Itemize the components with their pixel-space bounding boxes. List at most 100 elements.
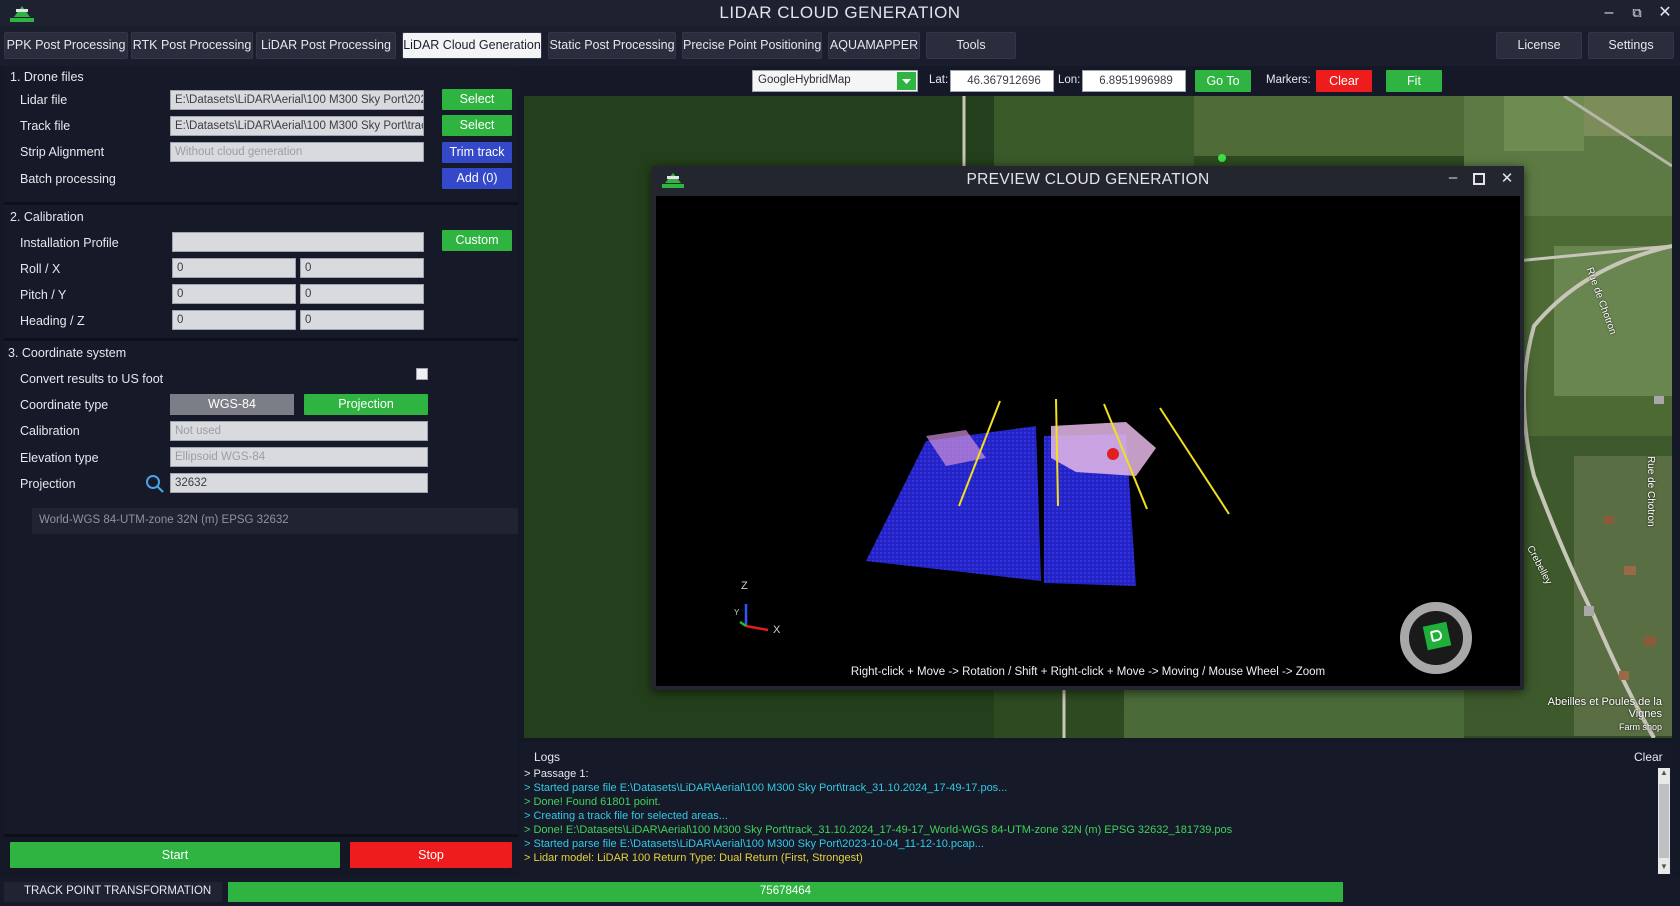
batch-processing-label: Batch processing bbox=[20, 172, 116, 186]
tab-rtk[interactable]: RTK Post Processing bbox=[131, 32, 253, 59]
title-bar: LIDAR CLOUD GENERATION – ⧉ ✕ bbox=[0, 0, 1680, 26]
pitch-value-input[interactable]: 0 bbox=[172, 284, 296, 304]
tab-ppk[interactable]: PPK Post Processing bbox=[4, 32, 128, 59]
lidar-file-input[interactable]: E:\Datasets\LiDAR\Aerial\100 M300 Sky Po… bbox=[170, 90, 424, 110]
map-type-value: GoogleHybridMap bbox=[758, 74, 851, 86]
scroll-up-icon[interactable]: ▲ bbox=[1658, 768, 1670, 780]
us-foot-label: Convert results to US foot bbox=[20, 372, 164, 386]
axis-x-line bbox=[745, 624, 769, 632]
preview-window: PREVIEW CLOUD GENERATION – ✕ Z X Y Right… bbox=[652, 166, 1524, 690]
clear-logs-button[interactable]: Clear bbox=[1634, 750, 1663, 764]
tab-ppp[interactable]: Precise Point Positioning bbox=[682, 32, 822, 59]
track-line bbox=[1159, 407, 1230, 515]
axis-z-label: Z bbox=[741, 580, 748, 592]
pitch-offset-input[interactable]: 0 bbox=[300, 284, 424, 304]
log-line: > Lidar model: LiDAR 100 Return Type: Du… bbox=[524, 852, 863, 864]
log-line: > Started parse file E:\Datasets\LiDAR\A… bbox=[524, 838, 984, 850]
axis-x-label: X bbox=[773, 624, 781, 636]
view-cube-face bbox=[1422, 621, 1452, 651]
minimize-icon[interactable]: – bbox=[1444, 169, 1462, 186]
trim-track-button[interactable]: Trim track bbox=[442, 142, 512, 163]
map-road-label: Rue de Chotron bbox=[1645, 456, 1656, 527]
calibration-input[interactable]: Not used bbox=[170, 421, 428, 441]
heading-label: Heading / Z bbox=[20, 314, 85, 328]
log-line: > Creating a track file for selected are… bbox=[524, 810, 728, 822]
preview-title: PREVIEW CLOUD GENERATION bbox=[966, 171, 1210, 188]
search-icon[interactable] bbox=[145, 474, 165, 494]
clear-markers-button[interactable]: Clear bbox=[1316, 70, 1372, 92]
restore-icon[interactable]: ⧉ bbox=[1628, 4, 1646, 22]
go-to-button[interactable]: Go To bbox=[1195, 70, 1251, 92]
maximize-icon[interactable] bbox=[1473, 173, 1485, 185]
track-file-input[interactable]: E:\Datasets\LiDAR\Aerial\100 M300 Sky Po… bbox=[170, 116, 424, 136]
tab-aquamapper[interactable]: AQUAMAPPER bbox=[828, 32, 920, 59]
installation-profile-input[interactable] bbox=[172, 232, 424, 252]
close-icon[interactable]: ✕ bbox=[1656, 4, 1674, 22]
point-cloud bbox=[739, 398, 1230, 632]
strip-alignment-input[interactable]: Without cloud generation bbox=[170, 142, 424, 162]
map-poi-sublabel: Farm shop bbox=[1618, 722, 1662, 732]
window-title: LIDAR CLOUD GENERATION bbox=[719, 3, 961, 22]
status-bar: TRACK POINT TRANSFORMATION 75678464 bbox=[0, 878, 1680, 906]
divider bbox=[4, 338, 518, 341]
logs-panel: Logs Clear > Passage 1: > Started parse … bbox=[520, 742, 1672, 878]
lat-label: Lat: bbox=[929, 74, 949, 86]
section-calibration: 2. Calibration bbox=[10, 210, 84, 224]
strip-alignment-label: Strip Alignment bbox=[20, 145, 105, 159]
scrollbar-thumb[interactable] bbox=[1659, 784, 1669, 858]
stop-button[interactable]: Stop bbox=[350, 842, 512, 868]
projection-button[interactable]: Projection bbox=[304, 394, 428, 415]
projection-label: Projection bbox=[20, 477, 76, 491]
progress-value: 75678464 bbox=[759, 885, 812, 897]
view-cube-icon[interactable] bbox=[1400, 602, 1472, 674]
roll-offset-input[interactable]: 0 bbox=[300, 258, 424, 278]
lon-input[interactable]: 6.8951996989 bbox=[1082, 70, 1186, 92]
section-drone-files: 1. Drone files bbox=[10, 70, 84, 84]
us-foot-checkbox[interactable] bbox=[416, 368, 428, 380]
fit-button[interactable]: Fit bbox=[1386, 70, 1442, 92]
heading-offset-input[interactable]: 0 bbox=[300, 310, 424, 330]
projection-input[interactable]: 32632 bbox=[170, 473, 428, 493]
logs-title: Logs bbox=[534, 750, 561, 764]
log-line: > Started parse file E:\Datasets\LiDAR\A… bbox=[524, 782, 1008, 794]
roll-value-input[interactable]: 0 bbox=[172, 258, 296, 278]
point-cloud-viewport[interactable]: Z X Y Right-click + Move -> Rotation / S… bbox=[656, 196, 1520, 686]
select-track-button[interactable]: Select bbox=[442, 115, 512, 136]
elevation-type-label: Elevation type bbox=[20, 451, 99, 465]
roll-label: Roll / X bbox=[20, 262, 61, 276]
minimize-icon[interactable]: – bbox=[1600, 4, 1618, 22]
track-file-label: Track file bbox=[20, 119, 71, 133]
tab-license[interactable]: License bbox=[1496, 32, 1582, 59]
status-label: TRACK POINT TRANSFORMATION bbox=[24, 885, 212, 897]
chevron-down-icon[interactable] bbox=[897, 72, 916, 90]
heading-value-input[interactable]: 0 bbox=[172, 310, 296, 330]
tab-lidar-cloud[interactable]: LiDAR Cloud Generation bbox=[402, 32, 542, 59]
progress-track: 75678464 bbox=[228, 882, 1676, 902]
logs-scrollbar[interactable]: ▲ ▼ bbox=[1658, 768, 1670, 874]
elevation-type-input[interactable]: Ellipsoid WGS-84 bbox=[170, 447, 428, 467]
track-marker bbox=[1218, 154, 1226, 162]
lat-input[interactable]: 46.367912696 bbox=[950, 70, 1054, 92]
map-type-select[interactable]: GoogleHybridMap bbox=[752, 70, 918, 92]
tab-lidar-post[interactable]: LiDAR Post Processing bbox=[256, 32, 396, 59]
projection-description: World-WGS 84-UTM-zone 32N (m) EPSG 32632 bbox=[39, 514, 289, 526]
custom-profile-button[interactable]: Custom bbox=[442, 230, 512, 251]
lon-label: Lon: bbox=[1058, 74, 1081, 86]
scroll-down-icon[interactable]: ▼ bbox=[1658, 862, 1670, 874]
wgs84-button[interactable]: WGS-84 bbox=[170, 394, 294, 415]
select-lidar-button[interactable]: Select bbox=[442, 89, 512, 110]
map-poi-label: Abeilles et Poules de la Vignes bbox=[1547, 696, 1662, 720]
close-icon[interactable]: ✕ bbox=[1498, 169, 1516, 187]
log-line: > Done! Found 61801 point. bbox=[524, 796, 661, 808]
calibration-label: Calibration bbox=[20, 424, 80, 438]
point-cloud-marker bbox=[1107, 448, 1119, 460]
coordinate-type-label: Coordinate type bbox=[20, 398, 109, 412]
tab-static[interactable]: Static Post Processing bbox=[548, 32, 676, 59]
pitch-label: Pitch / Y bbox=[20, 288, 67, 302]
start-button[interactable]: Start bbox=[10, 842, 340, 868]
tab-settings[interactable]: Settings bbox=[1588, 32, 1674, 59]
add-batch-button[interactable]: Add (0) bbox=[442, 168, 512, 189]
tab-tools[interactable]: Tools bbox=[926, 32, 1016, 59]
divider bbox=[4, 834, 518, 837]
markers-label: Markers: bbox=[1266, 74, 1311, 86]
